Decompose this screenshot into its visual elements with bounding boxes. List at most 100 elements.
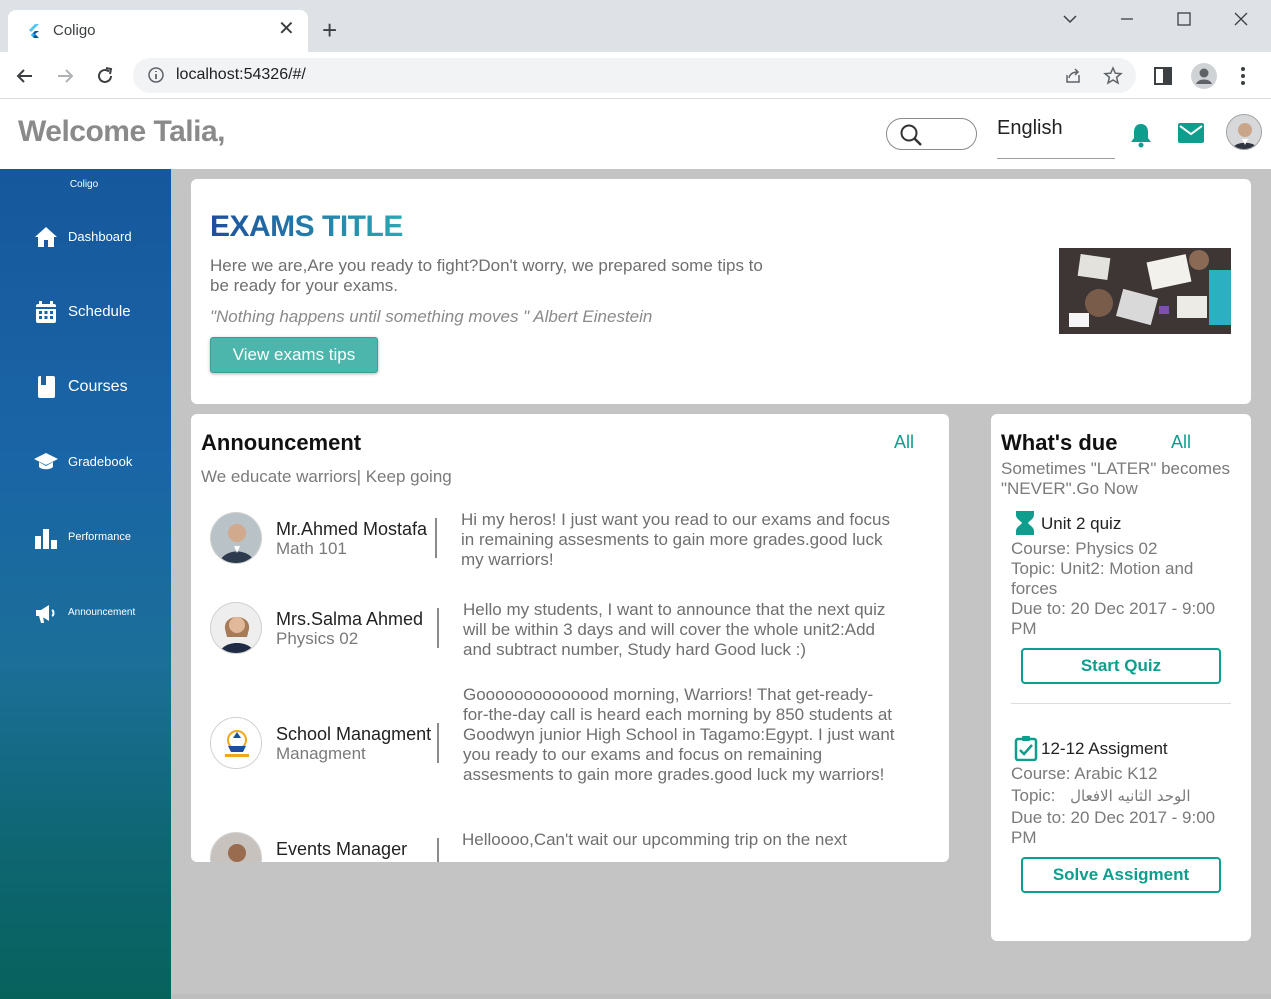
announcement-course: Math 101 (276, 539, 347, 558)
announcement-author: Mr.Ahmed Mostafa (276, 519, 428, 539)
announcement-all-link[interactable]: All (894, 432, 914, 453)
person-photo-icon (211, 513, 261, 563)
due-item-topic: Topic: الوحد الثانيه الافعال (1011, 786, 1226, 806)
info-icon[interactable] (147, 66, 165, 84)
share-icon[interactable] (1063, 66, 1083, 86)
sidebar-item-label: Dashboard (68, 229, 132, 244)
person-photo-icon (211, 603, 261, 653)
browser-tab-bar: Coligo ✕ + (0, 0, 1271, 52)
avatar (210, 832, 262, 862)
app-header: Welcome Talia, English (0, 99, 1271, 169)
avatar (210, 717, 262, 769)
announcement-author: School Managment (276, 724, 432, 744)
divider (437, 723, 439, 763)
assignment-check-icon (1014, 736, 1038, 761)
side-panel-icon[interactable] (1151, 64, 1175, 88)
back-icon[interactable] (14, 65, 36, 87)
sidebar-item-label: Performance (68, 531, 131, 543)
language-select[interactable]: English (997, 117, 1115, 159)
announcement-title: Announcement (201, 430, 362, 455)
close-window-icon[interactable] (1230, 8, 1252, 30)
avatar (210, 602, 262, 654)
user-photo-icon (1227, 115, 1261, 149)
search-input[interactable] (886, 118, 977, 150)
announcement-card: Announcement All We educate warriors| Ke… (191, 414, 949, 862)
brand-name: Coligo (69, 179, 99, 190)
due-item-deadline: Due to: 20 Dec 2017 - 9:00 PM (1011, 599, 1216, 638)
sidebar-item-announcement[interactable]: Announcement (0, 593, 171, 633)
announcement-author: Events Manager (276, 839, 408, 859)
main-content: EXAMS TITLE Here we are,Are you ready to… (171, 169, 1271, 999)
announcement-author: Mrs.Salma Ahmed (276, 609, 424, 629)
welcome-title: Welcome Talia, (18, 115, 225, 148)
announcement-message: Hello my students, I want to announce th… (463, 600, 886, 659)
whats-due-title: What's due (1001, 430, 1118, 455)
sidebar-item-schedule[interactable]: Schedule (0, 292, 171, 332)
sidebar-item-label: Announcement (68, 607, 136, 618)
divider (437, 608, 439, 648)
announcement-message: Goooooooooooood morning, Warriors! That … (463, 685, 895, 784)
whats-due-card: What's due All Sometimes "LATER" becomes… (991, 414, 1251, 941)
sidebar-item-dashboard[interactable]: Dashboard (0, 217, 171, 257)
sidebar-item-label: Schedule (68, 303, 131, 320)
taskbar-edge (171, 994, 1271, 999)
announcement-course: Managment (276, 744, 366, 763)
more-menu-icon[interactable] (1231, 64, 1255, 88)
browser-toolbar: localhost:54326/#/ (0, 52, 1271, 99)
address-bar[interactable]: localhost:54326/#/ (133, 58, 1136, 93)
sidebar-item-performance[interactable]: Performance (0, 518, 171, 558)
due-item-title: 12-12 Assigment (1041, 739, 1168, 758)
due-item-course: Course: Arabic K12 (1011, 764, 1158, 783)
announcement-message: Helloooo,Can't wait our upcomming trip o… (462, 830, 848, 849)
divider (1011, 703, 1231, 704)
topic-value: الوحد الثانيه الافعال (1070, 787, 1191, 805)
sidebar-item-courses[interactable]: Courses (0, 367, 171, 407)
new-tab-button[interactable]: + (322, 17, 337, 43)
maximize-icon[interactable] (1173, 8, 1195, 30)
minimize-icon[interactable] (1116, 8, 1138, 30)
topic-label: Topic: (1011, 786, 1056, 805)
calendar-icon (36, 301, 56, 323)
megaphone-icon (36, 605, 55, 623)
solve-assignment-button[interactable]: Solve Assigment (1021, 857, 1221, 893)
bar-chart-icon (35, 529, 57, 549)
sidebar-item-label: Courses (68, 378, 128, 395)
search-icon (900, 124, 922, 146)
school-logo-icon (211, 718, 261, 768)
exams-description: Here we are,Are you ready to fight?Don't… (210, 256, 763, 295)
sidebar-item-label: Gradebook (68, 454, 133, 469)
sidebar-item-gradebook[interactable]: Gradebook (0, 442, 171, 482)
profile-icon[interactable] (1190, 62, 1218, 90)
hourglass-icon (1016, 511, 1034, 535)
whats-due-subtitle: Sometimes "LATER" becomes "NEVER".Go Now (1001, 459, 1231, 498)
sidebar: Coligo Dashboard Schedule Courses Gradeb… (0, 169, 171, 999)
close-tab-icon[interactable]: ✕ (278, 19, 295, 39)
due-item-course: Course: Physics 02 (1011, 539, 1158, 558)
bell-icon[interactable] (1129, 122, 1153, 148)
mail-icon[interactable] (1178, 123, 1204, 143)
chevron-down-icon[interactable] (1059, 8, 1081, 30)
exams-title: EXAMS TITLE (210, 210, 403, 243)
divider (435, 518, 437, 558)
announcement-subtitle: We educate warriors| Keep going (201, 467, 452, 486)
view-exams-tips-button[interactable]: View exams tips (210, 337, 378, 373)
avatar (210, 512, 262, 564)
graduation-cap-icon (34, 453, 58, 470)
students-desk-illustration (1059, 248, 1231, 334)
divider (437, 838, 439, 862)
reload-icon[interactable] (94, 65, 116, 87)
whats-due-all-link[interactable]: All (1171, 432, 1191, 453)
language-value: English (997, 117, 1063, 139)
book-icon (38, 376, 55, 398)
url-text: localhost:54326/#/ (176, 66, 306, 83)
start-quiz-button[interactable]: Start Quiz (1021, 648, 1221, 684)
user-avatar[interactable] (1226, 114, 1262, 150)
tab-title: Coligo (53, 22, 96, 39)
browser-tab[interactable]: Coligo ✕ (8, 10, 308, 52)
due-item-topic: Topic: Unit2: Motion and forces (1011, 559, 1194, 598)
announcement-course: Physics 02 (276, 629, 359, 648)
bookmark-star-icon[interactable] (1103, 66, 1123, 86)
students-desk-image (1059, 248, 1231, 334)
flutter-icon (29, 24, 39, 38)
forward-icon[interactable] (54, 65, 76, 87)
